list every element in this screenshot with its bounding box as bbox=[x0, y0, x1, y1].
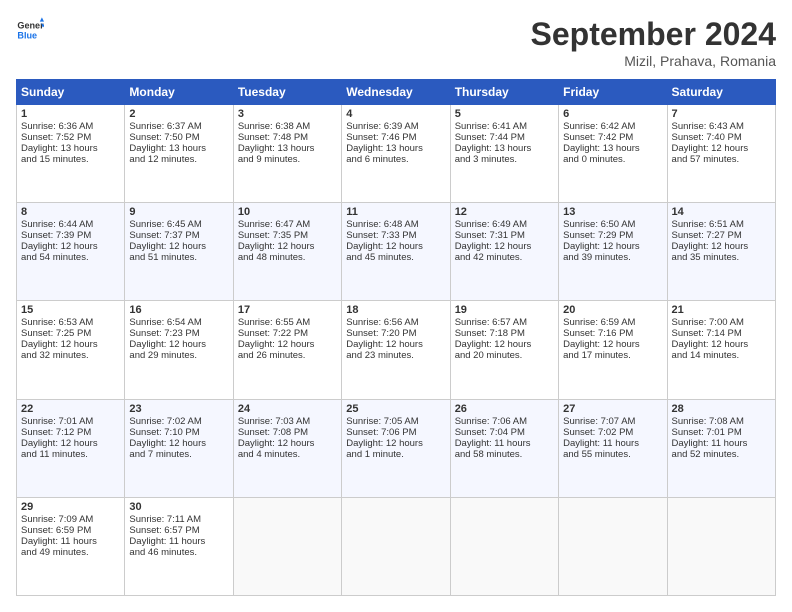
col-friday: Friday bbox=[559, 80, 667, 105]
table-row: 15Sunrise: 6:53 AMSunset: 7:25 PMDayligh… bbox=[17, 301, 125, 399]
logo: General Blue bbox=[16, 16, 44, 44]
table-row: 13Sunrise: 6:50 AMSunset: 7:29 PMDayligh… bbox=[559, 203, 667, 301]
table-row: 9Sunrise: 6:45 AMSunset: 7:37 PMDaylight… bbox=[125, 203, 233, 301]
table-row bbox=[559, 497, 667, 595]
table-row: 8Sunrise: 6:44 AMSunset: 7:39 PMDaylight… bbox=[17, 203, 125, 301]
col-sunday: Sunday bbox=[17, 80, 125, 105]
svg-text:General: General bbox=[17, 21, 44, 31]
table-row: 16Sunrise: 6:54 AMSunset: 7:23 PMDayligh… bbox=[125, 301, 233, 399]
col-monday: Monday bbox=[125, 80, 233, 105]
table-row bbox=[450, 497, 558, 595]
month-title: September 2024 bbox=[531, 16, 776, 53]
table-row: 6Sunrise: 6:42 AMSunset: 7:42 PMDaylight… bbox=[559, 105, 667, 203]
table-row: 12Sunrise: 6:49 AMSunset: 7:31 PMDayligh… bbox=[450, 203, 558, 301]
table-row: 28Sunrise: 7:08 AMSunset: 7:01 PMDayligh… bbox=[667, 399, 775, 497]
table-row: 23Sunrise: 7:02 AMSunset: 7:10 PMDayligh… bbox=[125, 399, 233, 497]
table-row: 30Sunrise: 7:11 AMSunset: 6:57 PMDayligh… bbox=[125, 497, 233, 595]
table-row: 11Sunrise: 6:48 AMSunset: 7:33 PMDayligh… bbox=[342, 203, 450, 301]
table-row: 10Sunrise: 6:47 AMSunset: 7:35 PMDayligh… bbox=[233, 203, 341, 301]
table-row: 19Sunrise: 6:57 AMSunset: 7:18 PMDayligh… bbox=[450, 301, 558, 399]
table-row: 4Sunrise: 6:39 AMSunset: 7:46 PMDaylight… bbox=[342, 105, 450, 203]
table-row: 7Sunrise: 6:43 AMSunset: 7:40 PMDaylight… bbox=[667, 105, 775, 203]
table-row bbox=[667, 497, 775, 595]
calendar-table: Sunday Monday Tuesday Wednesday Thursday… bbox=[16, 79, 776, 596]
svg-text:Blue: Blue bbox=[17, 30, 37, 40]
table-row: 29Sunrise: 7:09 AMSunset: 6:59 PMDayligh… bbox=[17, 497, 125, 595]
table-row: 3Sunrise: 6:38 AMSunset: 7:48 PMDaylight… bbox=[233, 105, 341, 203]
col-saturday: Saturday bbox=[667, 80, 775, 105]
title-block: September 2024 Mizil, Prahava, Romania bbox=[531, 16, 776, 69]
table-row: 26Sunrise: 7:06 AMSunset: 7:04 PMDayligh… bbox=[450, 399, 558, 497]
table-row: 21Sunrise: 7:00 AMSunset: 7:14 PMDayligh… bbox=[667, 301, 775, 399]
table-row: 24Sunrise: 7:03 AMSunset: 7:08 PMDayligh… bbox=[233, 399, 341, 497]
table-row: 2Sunrise: 6:37 AMSunset: 7:50 PMDaylight… bbox=[125, 105, 233, 203]
calendar-header-row: Sunday Monday Tuesday Wednesday Thursday… bbox=[17, 80, 776, 105]
col-wednesday: Wednesday bbox=[342, 80, 450, 105]
page: General Blue September 2024 Mizil, Praha… bbox=[0, 0, 792, 612]
logo-icon: General Blue bbox=[16, 16, 44, 44]
col-thursday: Thursday bbox=[450, 80, 558, 105]
table-row: 20Sunrise: 6:59 AMSunset: 7:16 PMDayligh… bbox=[559, 301, 667, 399]
table-row: 22Sunrise: 7:01 AMSunset: 7:12 PMDayligh… bbox=[17, 399, 125, 497]
table-row: 18Sunrise: 6:56 AMSunset: 7:20 PMDayligh… bbox=[342, 301, 450, 399]
header: General Blue September 2024 Mizil, Praha… bbox=[16, 16, 776, 69]
table-row: 25Sunrise: 7:05 AMSunset: 7:06 PMDayligh… bbox=[342, 399, 450, 497]
table-row: 14Sunrise: 6:51 AMSunset: 7:27 PMDayligh… bbox=[667, 203, 775, 301]
table-row: 5Sunrise: 6:41 AMSunset: 7:44 PMDaylight… bbox=[450, 105, 558, 203]
table-row bbox=[233, 497, 341, 595]
table-row: 27Sunrise: 7:07 AMSunset: 7:02 PMDayligh… bbox=[559, 399, 667, 497]
table-row: 1Sunrise: 6:36 AMSunset: 7:52 PMDaylight… bbox=[17, 105, 125, 203]
table-row bbox=[342, 497, 450, 595]
table-row: 17Sunrise: 6:55 AMSunset: 7:22 PMDayligh… bbox=[233, 301, 341, 399]
col-tuesday: Tuesday bbox=[233, 80, 341, 105]
location: Mizil, Prahava, Romania bbox=[531, 53, 776, 69]
